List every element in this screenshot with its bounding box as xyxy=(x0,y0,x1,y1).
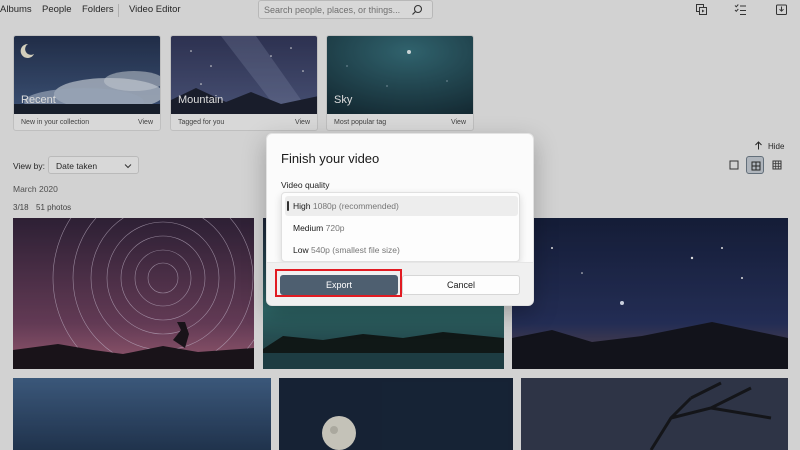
selected-indicator xyxy=(287,201,289,211)
option-name: Low xyxy=(293,245,309,255)
dialog-title: Finish your video xyxy=(281,151,380,166)
video-quality-dropdown[interactable]: High 1080p (recommended) Medium 720p Low… xyxy=(281,192,520,262)
option-name: High xyxy=(293,201,311,211)
option-detail: 720p xyxy=(325,223,345,233)
quality-option-medium[interactable]: Medium 720p xyxy=(285,218,518,238)
quality-option-high[interactable]: High 1080p (recommended) xyxy=(285,196,518,216)
option-detail: 1080p (recommended) xyxy=(312,201,399,211)
option-name: Medium xyxy=(293,223,324,233)
cancel-button[interactable]: Cancel xyxy=(402,275,520,295)
option-detail: 540p (smallest file size) xyxy=(310,245,400,255)
quality-option-low[interactable]: Low 540p (smallest file size) xyxy=(285,240,518,260)
export-highlight-box xyxy=(275,269,402,297)
video-quality-label: Video quality xyxy=(281,180,330,190)
